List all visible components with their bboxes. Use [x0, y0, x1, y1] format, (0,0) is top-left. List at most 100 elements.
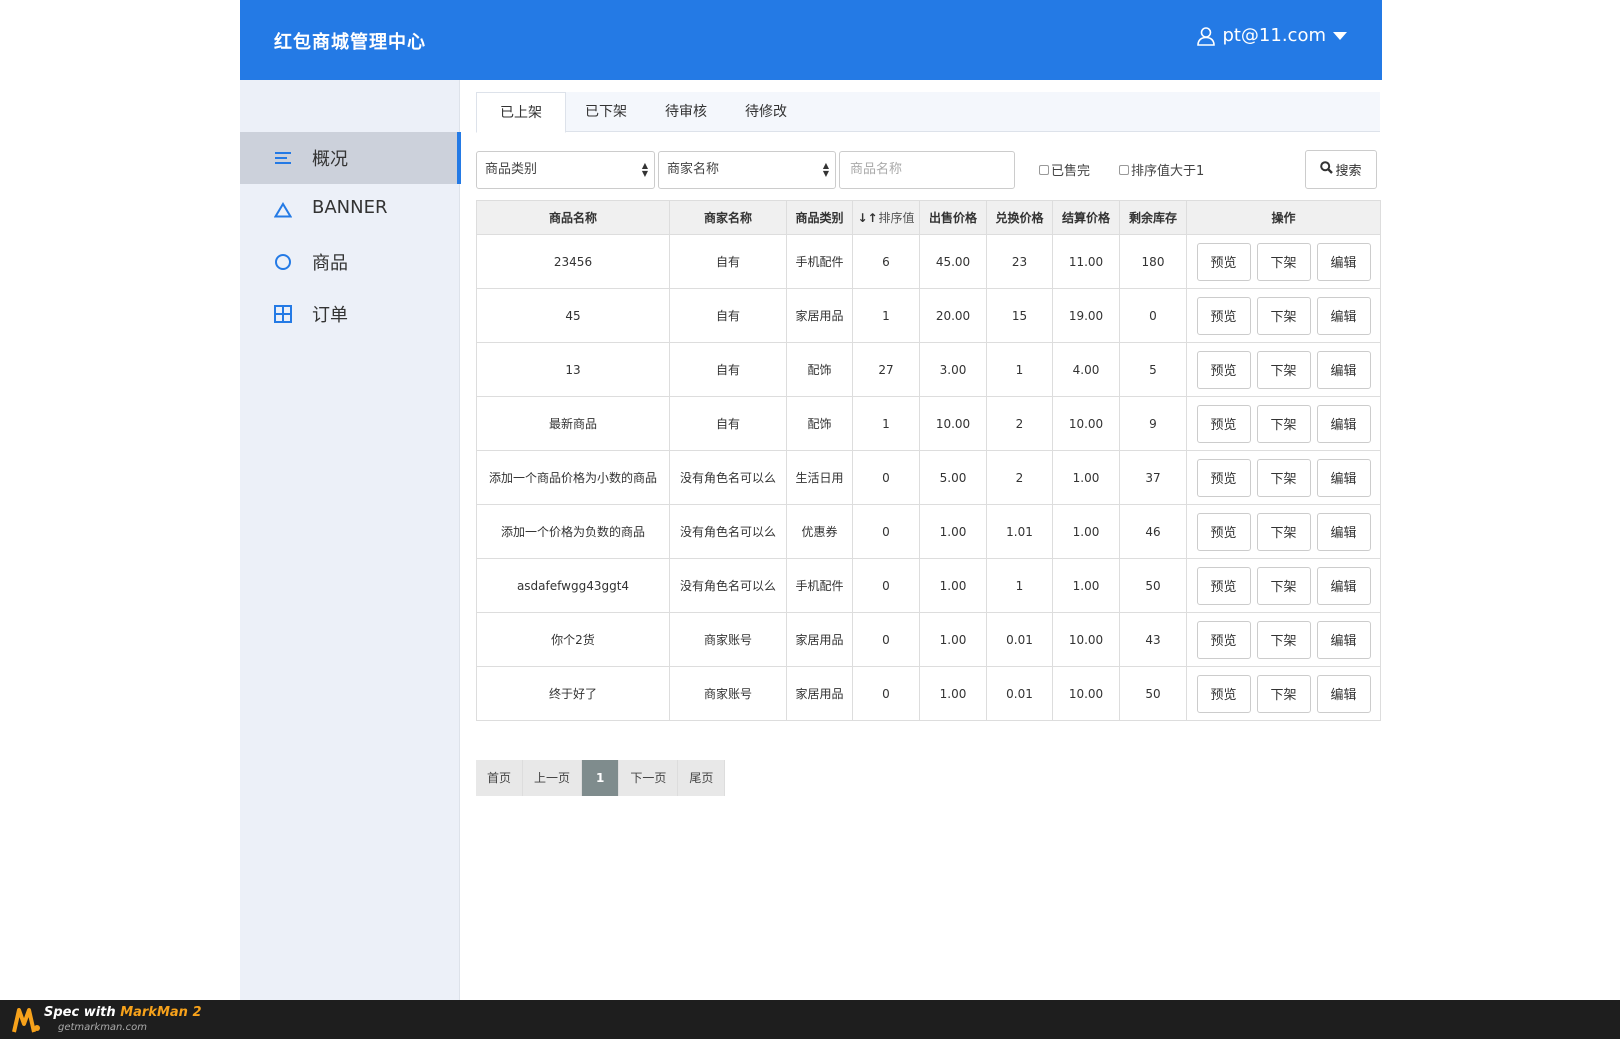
off-shelf-button[interactable]: 下架: [1256, 242, 1311, 281]
table-row: asdafefwgg43ggt4 没有角色名可以么 手机配件 0 1.00 1 1.00 50…: [476, 558, 1381, 613]
table-cell: 手机配件: [786, 558, 853, 613]
table-cell: 9: [1119, 396, 1187, 451]
actions-cell: 预览 下架 编辑: [1186, 396, 1381, 451]
table-cell: 1.00: [919, 612, 987, 667]
table-body: 23456 自有 手机配件 6 45.00 23 11.00 180 预览 下架 编辑 45 自有 家居用…: [476, 234, 1381, 721]
table-cell: 45.00: [919, 234, 987, 289]
product-name-input[interactable]: 商品名称: [839, 151, 1015, 189]
user-email: pt@11.com: [1222, 25, 1326, 46]
category-select[interactable]: 商品类别 ▲ ▼: [476, 151, 655, 189]
off-shelf-button[interactable]: 下架: [1256, 620, 1311, 659]
table-cell: 20.00: [919, 288, 987, 343]
checkbox-box: [1119, 164, 1129, 175]
off-shelf-button[interactable]: 下架: [1256, 404, 1311, 443]
page-next[interactable]: 下一页: [619, 760, 679, 796]
tab-on-shelf[interactable]: 已上架: [476, 92, 566, 133]
table-row: 你个2货 商家账号 家居用品 0 1.00 0.01 10.00 43 预览 下架 编辑: [476, 612, 1381, 667]
off-shelf-button[interactable]: 下架: [1256, 458, 1311, 497]
tab-pending-review[interactable]: 待审核: [646, 92, 726, 132]
edit-button[interactable]: 编辑: [1316, 566, 1371, 605]
actions-cell: 预览 下架 编辑: [1186, 288, 1381, 343]
page-last[interactable]: 尾页: [678, 760, 726, 796]
merchant-select[interactable]: 商家名称 ▲ ▼: [658, 151, 836, 189]
search-button-label: 搜索: [1335, 164, 1362, 179]
table-cell: 生活日用: [786, 450, 853, 505]
edit-button[interactable]: 编辑: [1316, 620, 1371, 659]
sidebar-item-banner[interactable]: BANNER: [240, 184, 460, 236]
col-header-sort[interactable]: ↓↑排序值: [852, 200, 920, 235]
caret-down-icon: [1332, 31, 1348, 41]
preview-button[interactable]: 预览: [1196, 620, 1251, 659]
off-shelf-button[interactable]: 下架: [1256, 296, 1311, 335]
col-header: 商品名称: [476, 200, 670, 235]
edit-button[interactable]: 编辑: [1316, 296, 1371, 335]
sidebar-item-products[interactable]: 商品: [240, 236, 460, 288]
off-shelf-button[interactable]: 下架: [1256, 350, 1311, 389]
edit-button[interactable]: 编辑: [1316, 512, 1371, 551]
table-cell: 0: [852, 666, 920, 721]
table-cell: 1.00: [919, 558, 987, 613]
sort-gt1-checkbox[interactable]: 排序值大于1: [1119, 160, 1204, 179]
tab-pending-edit[interactable]: 待修改: [726, 92, 806, 132]
preview-button[interactable]: 预览: [1196, 674, 1251, 713]
edit-button[interactable]: 编辑: [1316, 350, 1371, 389]
table-cell: 0.01: [986, 612, 1053, 667]
table-cell: 50: [1119, 666, 1187, 721]
edit-button[interactable]: 编辑: [1316, 458, 1371, 497]
tab-off-shelf[interactable]: 已下架: [566, 92, 646, 132]
off-shelf-button[interactable]: 下架: [1256, 566, 1311, 605]
table-cell: 1.00: [1052, 504, 1120, 559]
table-cell: 37: [1119, 450, 1187, 505]
sidebar-item-orders[interactable]: 订单: [240, 288, 460, 340]
page-prev[interactable]: 上一页: [523, 760, 583, 796]
sidebar-item-label: BANNER: [312, 197, 388, 218]
search-button[interactable]: 搜索: [1305, 150, 1377, 189]
user-icon: [1196, 26, 1216, 46]
preview-button[interactable]: 预览: [1196, 512, 1251, 551]
table-cell: 27: [852, 342, 920, 397]
preview-button[interactable]: 预览: [1196, 296, 1251, 335]
table-cell: 0.01: [986, 666, 1053, 721]
actions-cell: 预览 下架 编辑: [1186, 504, 1381, 559]
select-arrows-icon: ▲ ▼: [641, 161, 648, 178]
table-cell: 10.00: [1052, 666, 1120, 721]
table-cell: 家居用品: [786, 288, 853, 343]
actions-cell: 预览 下架 编辑: [1186, 666, 1381, 721]
off-shelf-button[interactable]: 下架: [1256, 512, 1311, 551]
table-cell: 自有: [669, 396, 787, 451]
table-cell: 10.00: [919, 396, 987, 451]
preview-button[interactable]: 预览: [1196, 242, 1251, 281]
sidebar-item-label: 订单: [312, 305, 348, 326]
pagination: 首页 上一页 1 下一页 尾页: [476, 760, 726, 796]
edit-button[interactable]: 编辑: [1316, 404, 1371, 443]
table-cell: 2: [986, 450, 1053, 505]
preview-button[interactable]: 预览: [1196, 404, 1251, 443]
col-header: 结算价格: [1052, 200, 1120, 235]
col-header: 商家名称: [669, 200, 787, 235]
table-cell: 0: [852, 612, 920, 667]
edit-button[interactable]: 编辑: [1316, 242, 1371, 281]
preview-button[interactable]: 预览: [1196, 458, 1251, 497]
sold-out-checkbox[interactable]: 已售完: [1039, 160, 1090, 179]
table-row: 13 自有 配饰 27 3.00 1 4.00 5 预览 下架 编辑: [476, 342, 1381, 397]
sidebar-item-overview[interactable]: 概况: [240, 132, 461, 184]
table-cell: 自有: [669, 234, 787, 289]
table-cell: 46: [1119, 504, 1187, 559]
sidebar: 概况 BANNER 商品 订单: [240, 80, 461, 1000]
page-first[interactable]: 首页: [476, 760, 524, 796]
user-menu[interactable]: pt@11.com: [1196, 25, 1348, 46]
table-cell: 商家账号: [669, 612, 787, 667]
table-cell: 1: [986, 342, 1053, 397]
search-icon: [1320, 161, 1334, 178]
off-shelf-button[interactable]: 下架: [1256, 674, 1311, 713]
preview-button[interactable]: 预览: [1196, 566, 1251, 605]
sort-gt1-label: 排序值大于1: [1131, 164, 1205, 179]
edit-button[interactable]: 编辑: [1316, 674, 1371, 713]
table-row: 最新商品 自有 配饰 1 10.00 2 10.00 9 预览 下架 编辑: [476, 396, 1381, 451]
page-current[interactable]: 1: [582, 760, 620, 796]
preview-button[interactable]: 预览: [1196, 350, 1251, 389]
table-cell: 43: [1119, 612, 1187, 667]
table-header-row: 商品名称 商家名称 商品类别 ↓↑排序值 出售价格 兑换价格 结算价格 剩余库存…: [476, 200, 1381, 235]
sort-icon: ↓↑: [857, 211, 878, 225]
actions-cell: 预览 下架 编辑: [1186, 612, 1381, 667]
